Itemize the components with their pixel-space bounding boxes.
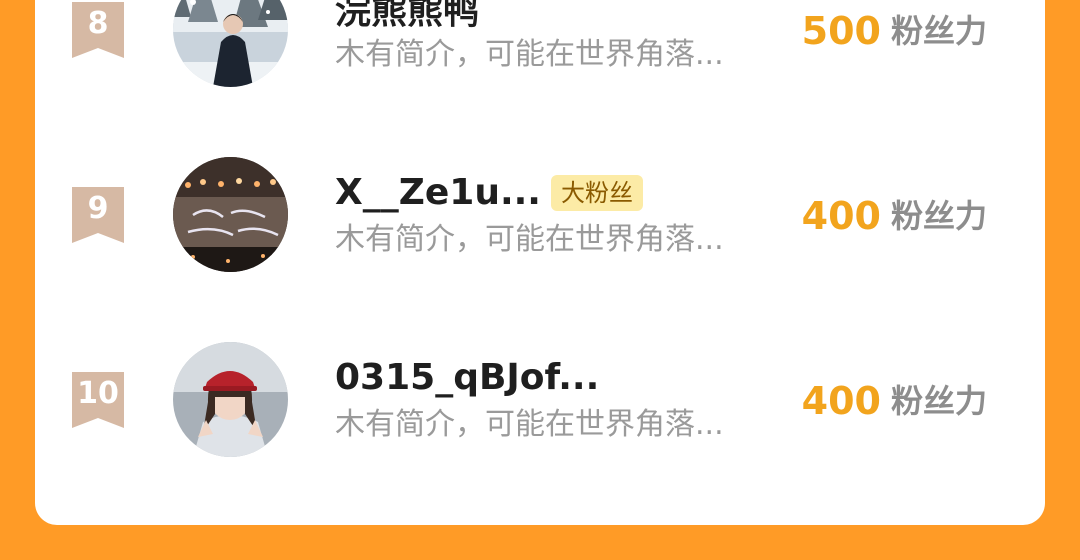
score-value: 500 <box>801 9 881 53</box>
fan-power-score: 400 粉丝力 <box>802 192 987 240</box>
user-name[interactable]: 0315_qBJof... <box>335 356 599 400</box>
name-line: X__Ze1u... 大粉丝 <box>335 171 643 215</box>
score-value: 400 <box>801 194 881 238</box>
user-bio: 木有简介，可能在世界角落... <box>335 222 724 257</box>
rank-badge: 9 <box>72 187 124 243</box>
rank-badge: 8 <box>72 2 124 58</box>
rank-number: 10 <box>77 376 119 411</box>
girl-red-cap-avatar-icon <box>173 342 288 457</box>
fan-power-score: 400 粉丝力 <box>802 377 987 425</box>
avatar[interactable] <box>173 157 288 272</box>
user-name[interactable]: 浣熊熊鸭 <box>335 0 479 34</box>
name-line: 0315_qBJof... <box>335 356 599 400</box>
fan-power-score: 500 粉丝力 <box>802 7 987 55</box>
score-unit: 粉丝力 <box>890 382 987 420</box>
concert-stage-avatar-icon <box>173 157 288 272</box>
rank-badge: 10 <box>72 372 124 428</box>
score-unit: 粉丝力 <box>890 12 987 50</box>
rank-number: 9 <box>87 191 109 226</box>
score-unit: 粉丝力 <box>890 197 987 235</box>
score-value: 400 <box>801 379 881 423</box>
name-line: 浣熊熊鸭 <box>335 0 479 34</box>
avatar[interactable] <box>173 0 288 87</box>
user-bio: 木有简介，可能在世界角落... <box>335 37 724 72</box>
ranking-row-9[interactable]: 9 X__Ze1u... 大粉丝 木有简介，可能在世界角落... 400 粉丝力 <box>0 145 1080 285</box>
user-bio: 木有简介，可能在世界角落... <box>335 407 724 442</box>
ranking-row-8[interactable]: 8 浣熊熊鸭 木有简介，可能在世界角落... 500 粉丝力 <box>0 0 1080 100</box>
snowy-forest-avatar-icon <box>173 0 288 87</box>
rank-number: 8 <box>87 6 109 41</box>
user-name[interactable]: X__Ze1u... <box>335 171 541 215</box>
ranking-row-10[interactable]: 10 0315_qBJof... 木有简介，可能在世界角落... 400 粉丝力 <box>0 330 1080 470</box>
avatar[interactable] <box>173 342 288 457</box>
big-fan-tag: 大粉丝 <box>550 175 643 211</box>
